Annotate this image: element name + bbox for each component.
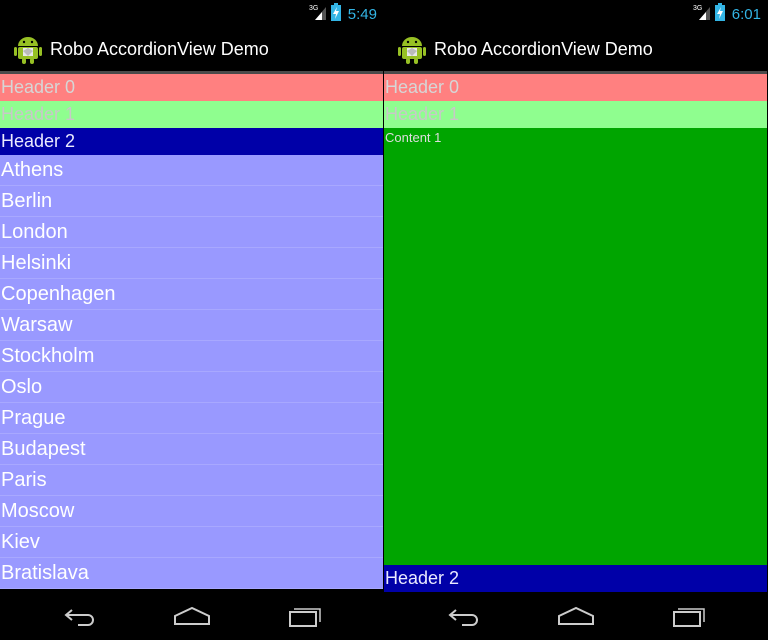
home-icon[interactable] [556, 604, 596, 628]
battery-charging-icon [714, 2, 725, 26]
city-list-item[interactable]: Athens [0, 155, 383, 186]
back-icon[interactable] [444, 604, 484, 628]
status-time: 5:49 [347, 5, 377, 23]
status-icons: 3G 6:01 [693, 2, 761, 26]
signal-3g-icon: 3G [693, 3, 711, 26]
status-bar: 3G 6:01 [384, 0, 767, 27]
city-list-item[interactable]: Prague [0, 403, 383, 434]
accordion-header-2[interactable]: Header 2 [0, 128, 383, 155]
status-bar: 3G 5:49 [0, 0, 383, 27]
status-time: 6:01 [731, 5, 761, 23]
navigation-bar [0, 592, 383, 640]
city-list-item[interactable]: Stockholm [0, 341, 383, 372]
accordion-header-0[interactable]: Header 0 [384, 74, 767, 101]
city-list-item[interactable]: Budapest [0, 434, 383, 465]
accordion: Header 0 Header 1 Header 2 Athens Berlin… [0, 74, 383, 592]
svg-text:3G: 3G [309, 5, 318, 12]
left-screen: 3G 5:49 Robo AccordionView Demo Header 0… [0, 0, 383, 640]
back-icon[interactable] [60, 604, 100, 628]
accordion-header-0[interactable]: Header 0 [0, 74, 383, 101]
svg-text:3G: 3G [693, 5, 702, 12]
accordion-header-2[interactable]: Header 2 [384, 565, 767, 592]
accordion-content-panel: Content 1 [384, 128, 767, 565]
status-icons: 3G 5:49 [309, 2, 377, 26]
content-label: Content 1 [385, 130, 442, 145]
city-list-item[interactable]: London [0, 217, 383, 248]
accordion: Header 0 Header 1 Content 1 Header 2 [384, 74, 767, 592]
action-bar: Robo AccordionView Demo [384, 27, 767, 71]
android-icon[interactable] [398, 34, 426, 64]
city-list-item[interactable]: Kiev [0, 527, 383, 558]
navigation-bar [384, 592, 767, 640]
home-icon[interactable] [172, 604, 212, 628]
city-list-item[interactable]: Paris [0, 465, 383, 496]
accordion-header-1[interactable]: Header 1 [384, 101, 767, 128]
city-list-item[interactable]: Bratislava [0, 558, 383, 589]
city-list-item[interactable]: Oslo [0, 372, 383, 403]
city-list-item[interactable]: Warsaw [0, 310, 383, 341]
right-screen: 3G 6:01 Robo AccordionView Demo Header 0… [384, 0, 767, 640]
city-list: Athens Berlin London Helsinki Copenhagen… [0, 155, 383, 589]
android-icon[interactable] [14, 34, 42, 64]
recents-icon[interactable] [668, 604, 708, 628]
city-list-item[interactable]: Moscow [0, 496, 383, 527]
city-list-item[interactable]: Helsinki [0, 248, 383, 279]
signal-3g-icon: 3G [309, 3, 327, 26]
city-list-item[interactable]: Copenhagen [0, 279, 383, 310]
accordion-header-1[interactable]: Header 1 [0, 101, 383, 128]
app-title: Robo AccordionView Demo [434, 38, 653, 59]
battery-charging-icon [330, 2, 341, 26]
action-bar: Robo AccordionView Demo [0, 27, 383, 71]
city-list-item[interactable]: Berlin [0, 186, 383, 217]
app-title: Robo AccordionView Demo [50, 38, 269, 59]
recents-icon[interactable] [284, 604, 324, 628]
